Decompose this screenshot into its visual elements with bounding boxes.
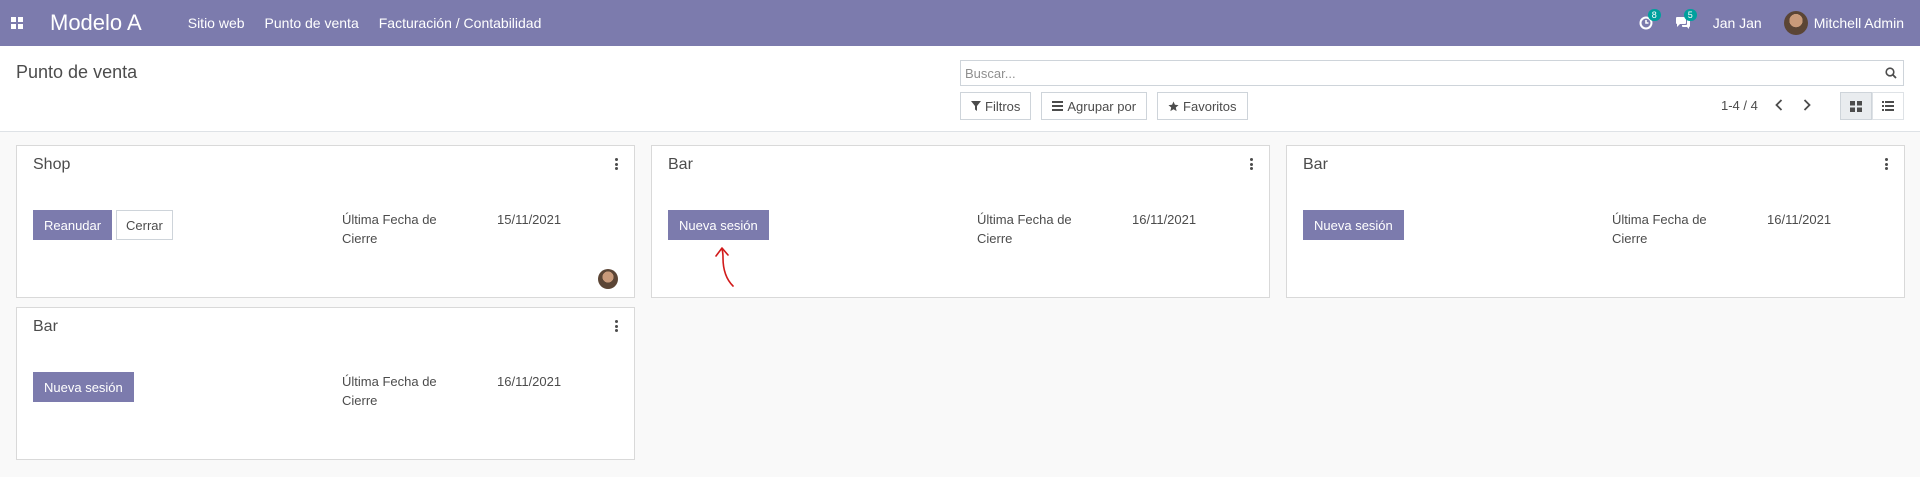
company-brand[interactable]: Modelo A bbox=[50, 10, 142, 36]
card-title[interactable]: Bar bbox=[668, 156, 693, 174]
kebab-menu-icon[interactable] bbox=[612, 318, 620, 334]
kanban-view-button[interactable] bbox=[1840, 92, 1872, 120]
control-panel: Punto de venta Filtros Agrupar por Favor… bbox=[0, 46, 1920, 132]
last-closing-date-value: 16/11/2021 bbox=[497, 374, 562, 389]
pager-value[interactable]: 1-4 / 4 bbox=[1721, 98, 1758, 113]
card-title[interactable]: Shop bbox=[33, 156, 70, 174]
activity-badge: 8 bbox=[1647, 9, 1661, 21]
filters-button[interactable]: Filtros bbox=[960, 92, 1032, 120]
resume-session-button[interactable]: Reanudar bbox=[33, 210, 113, 240]
search-bar bbox=[960, 60, 1904, 86]
last-closing-date-label: Última Fecha de Cierre bbox=[977, 212, 1072, 246]
pos-card-bar: Bar Nueva sesión Última Fecha de Cierre … bbox=[651, 145, 1270, 298]
pager: 1-4 / 4 bbox=[1721, 97, 1814, 113]
kebab-menu-icon[interactable] bbox=[612, 156, 620, 172]
star-icon bbox=[1168, 100, 1179, 111]
last-closing-date-label: Última Fecha de Cierre bbox=[1612, 212, 1707, 246]
favorites-button[interactable]: Favoritos bbox=[1157, 92, 1248, 120]
last-closing-date-value: 16/11/2021 bbox=[1767, 212, 1832, 227]
kebab-menu-icon[interactable] bbox=[1247, 156, 1255, 172]
last-closing-date-value: 16/11/2021 bbox=[1132, 212, 1197, 227]
new-session-button[interactable]: Nueva sesión bbox=[1303, 210, 1404, 240]
list-icon bbox=[1052, 101, 1064, 111]
main-menu: Sitio web Punto de venta Facturación / C… bbox=[188, 15, 542, 31]
favorites-label: Favoritos bbox=[1183, 98, 1237, 114]
search-icon[interactable] bbox=[1879, 61, 1903, 85]
annotation-arrow-icon bbox=[715, 247, 734, 287]
page-title: Punto de venta bbox=[16, 62, 138, 82]
list-view-icon bbox=[1882, 101, 1894, 111]
card-title[interactable]: Bar bbox=[33, 318, 58, 336]
company-switcher[interactable]: Jan Jan bbox=[1713, 15, 1762, 31]
systray: 8 5 Jan Jan Mitchell Admin bbox=[1639, 0, 1904, 46]
user-menu[interactable]: Mitchell Admin bbox=[1783, 11, 1904, 35]
search-input[interactable] bbox=[961, 61, 1879, 85]
list-view-button[interactable] bbox=[1872, 92, 1904, 120]
top-navbar: Modelo A Sitio web Punto de venta Factur… bbox=[0, 0, 1920, 46]
user-avatar bbox=[598, 269, 618, 289]
messages-badge: 5 bbox=[1683, 9, 1697, 21]
new-session-button[interactable]: Nueva sesión bbox=[668, 210, 769, 240]
kanban-grid-icon bbox=[1850, 100, 1862, 112]
messages-button[interactable]: 5 bbox=[1675, 9, 1697, 30]
menu-item-point-of-sale[interactable]: Punto de venta bbox=[265, 15, 359, 31]
menu-item-accounting[interactable]: Facturación / Contabilidad bbox=[379, 15, 542, 31]
activity-button[interactable]: 8 bbox=[1639, 9, 1661, 30]
kebab-menu-icon[interactable] bbox=[1882, 156, 1890, 172]
apps-grid-icon[interactable] bbox=[2, 0, 32, 46]
pos-card-bar: Bar Nueva sesión Última Fecha de Cierre … bbox=[1286, 145, 1905, 298]
card-title[interactable]: Bar bbox=[1303, 156, 1328, 174]
last-closing-date-label: Última Fecha de Cierre bbox=[342, 374, 437, 408]
filter-icon bbox=[971, 101, 981, 111]
user-avatar bbox=[1783, 11, 1808, 35]
pos-card-bar: Bar Nueva sesión Última Fecha de Cierre … bbox=[16, 307, 635, 460]
group-by-label: Agrupar por bbox=[1067, 98, 1137, 114]
filters-label: Filtros bbox=[985, 98, 1021, 114]
search-options: Filtros Agrupar por Favoritos bbox=[960, 92, 1248, 120]
last-closing-date-value: 15/11/2021 bbox=[497, 212, 562, 227]
pager-previous-icon[interactable] bbox=[1772, 97, 1786, 113]
new-session-button[interactable]: Nueva sesión bbox=[33, 372, 134, 402]
last-closing-date-label: Última Fecha de Cierre bbox=[342, 212, 437, 246]
user-name: Mitchell Admin bbox=[1813, 15, 1904, 31]
pos-card-shop: Shop Reanudar Cerrar Última Fecha de Cie… bbox=[16, 145, 635, 298]
menu-item-website[interactable]: Sitio web bbox=[188, 15, 245, 31]
view-switcher bbox=[1840, 92, 1904, 120]
pager-next-icon[interactable] bbox=[1800, 97, 1814, 113]
close-session-button[interactable]: Cerrar bbox=[116, 210, 173, 240]
group-by-button[interactable]: Agrupar por bbox=[1041, 92, 1148, 120]
